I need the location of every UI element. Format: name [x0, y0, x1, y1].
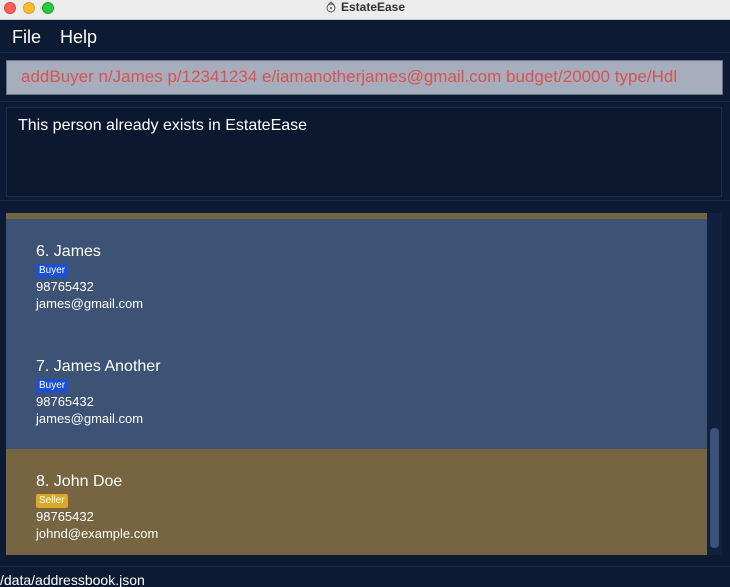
title-bar: EstateEase	[0, 0, 730, 20]
person-card[interactable]: 7. James Another Buyer 98765432 james@gm…	[6, 334, 707, 449]
menu-bar: File Help	[0, 21, 730, 53]
person-list[interactable]: 6. James Buyer 98765432 james@gmail.com …	[6, 213, 707, 555]
person-phone: 98765432	[36, 394, 94, 409]
result-display: This person already exists in EstateEase	[6, 107, 722, 197]
command-input[interactable]: addBuyer n/James p/12341234 e/iamanother…	[6, 60, 723, 95]
status-bar: /data/addressbook.json	[0, 567, 730, 587]
menu-file[interactable]: File	[12, 27, 41, 48]
list-scrollbar-thumb[interactable]	[710, 428, 719, 548]
person-phone: 98765432	[36, 279, 94, 294]
save-location: /data/addressbook.json	[0, 572, 145, 587]
person-email: johnd@example.com	[36, 526, 159, 541]
person-name: 8. John Doe	[36, 473, 123, 490]
person-card[interactable]: 8. John Doe Seller 98765432 johnd@exampl…	[6, 449, 707, 555]
person-email: james@gmail.com	[36, 296, 144, 311]
person-card[interactable]: 6. James Buyer 98765432 james@gmail.com	[6, 219, 707, 334]
window-title: EstateEase	[0, 0, 730, 14]
person-name: 6. James	[36, 243, 101, 260]
person-email: james@gmail.com	[36, 411, 144, 426]
list-frame-bottom	[0, 555, 730, 567]
buyer-tag: Buyer	[36, 379, 69, 393]
window-title-text: EstateEase	[340, 0, 406, 14]
command-input-text: addBuyer n/James p/12341234 e/iamanother…	[21, 67, 678, 86]
person-name: 7. James Another	[36, 358, 161, 375]
buyer-tag: Buyer	[36, 264, 69, 278]
command-area: addBuyer n/James p/12341234 e/iamanother…	[0, 53, 730, 100]
list-scrollbar[interactable]	[707, 213, 722, 555]
menu-help[interactable]: Help	[60, 27, 97, 48]
seller-tag: Seller	[36, 494, 68, 508]
estateease-app-icon	[326, 1, 336, 13]
result-message: This person already exists in EstateEase	[18, 117, 308, 134]
person-phone: 98765432	[36, 509, 94, 524]
result-display-panel: This person already exists in EstateEase	[0, 101, 730, 201]
